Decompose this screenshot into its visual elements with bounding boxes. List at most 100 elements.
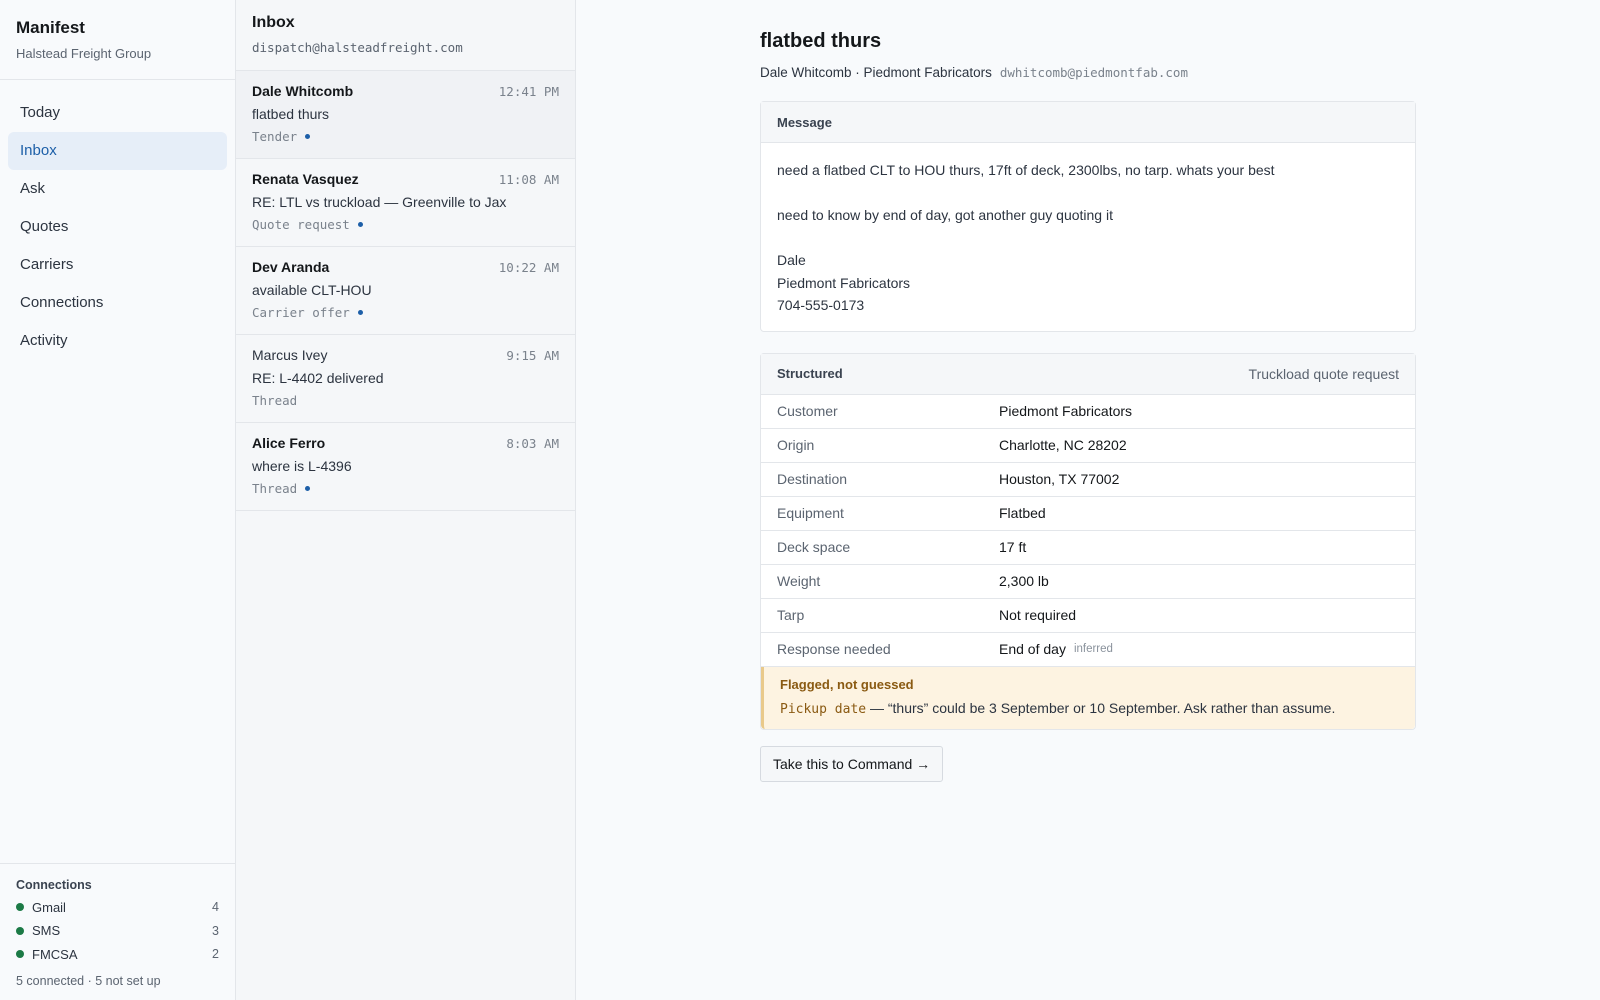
inferred-badge: inferred — [1073, 643, 1113, 655]
message-time: 11:08 AM — [498, 172, 559, 187]
structured-card-title: Structured — [777, 366, 843, 381]
message-tag: Thread — [252, 481, 298, 496]
field-label: Customer — [777, 403, 838, 419]
flag-field: Pickup date — [780, 701, 867, 717]
connection-name: FMCSA — [32, 946, 78, 962]
sidebar: Manifest Halstead Freight Group Today In… — [0, 0, 236, 1000]
nav-item-activity[interactable]: Activity — [8, 322, 227, 360]
field-value: Houston, TX 77002 — [999, 471, 1120, 487]
connection-sms[interactable]: SMS 3 — [16, 919, 219, 943]
field-value: 2,300 lb — [999, 573, 1049, 589]
field-label: Tarp — [777, 607, 805, 623]
brand-name: Manifest — [16, 18, 85, 37]
message-sender: Dev Aranda — [252, 259, 330, 275]
field-value: Charlotte, NC 28202 — [999, 437, 1127, 453]
message-item[interactable]: Alice Ferro 8:03 AM where is L-4396 Thre… — [236, 423, 575, 511]
unread-dot-icon — [305, 486, 311, 491]
message-tag: Carrier offer — [252, 305, 350, 320]
detail-from-name: Dale Whitcomb · Piedmont Fabricators — [760, 65, 992, 80]
connections-summary: 5 connected · 5 not set up — [16, 974, 161, 988]
nav-item-connections[interactable]: Connections — [8, 284, 227, 322]
field-label: Response needed — [777, 641, 891, 657]
unread-dot-icon — [305, 134, 311, 139]
message-item[interactable]: Dev Aranda 10:22 AM available CLT-HOU Ca… — [236, 247, 575, 335]
structured-card: Structured Truckload quote request Custo… — [760, 352, 1416, 730]
connection-count: 4 — [212, 900, 219, 915]
message-item[interactable]: Dale Whitcomb 12:41 PM flatbed thurs Ten… — [236, 71, 575, 159]
inbox-title: Inbox — [252, 14, 295, 31]
connections-title: Connections — [16, 877, 92, 892]
message-time: 8:03 AM — [506, 436, 559, 451]
message-sender: Alice Ferro — [252, 435, 326, 451]
flag-title: Flagged, not guessed — [780, 676, 914, 692]
message-detail: flatbed thurs Dale Whitcomb · Piedmont F… — [576, 0, 1600, 1000]
field-row-response-needed: Response needed End of day inferred — [761, 633, 1415, 667]
message-sender: Renata Vasquez — [252, 171, 359, 187]
take-to-command-button[interactable]: Take this to Command → — [760, 745, 944, 782]
message-subject: flatbed thurs — [252, 106, 330, 122]
signature-company: Piedmont Fabricators — [777, 274, 911, 291]
connection-count: 3 — [212, 923, 219, 938]
message-item[interactable]: Renata Vasquez 11:08 AM RE: LTL vs truck… — [236, 159, 575, 247]
field-label: Destination — [777, 471, 848, 487]
inbox-address: dispatch@halsteadfreight.com — [252, 40, 463, 55]
message-body-line: need a flatbed CLT to HOU thurs, 17ft of… — [777, 162, 1275, 178]
message-subject: where is L-4396 — [252, 458, 352, 474]
message-item[interactable]: Marcus Ivey 9:15 AM RE: L-4402 delivered… — [236, 335, 575, 423]
field-value: Flatbed — [999, 505, 1046, 521]
field-row-customer: Customer Piedmont Fabricators — [761, 395, 1415, 429]
detail-from: Dale Whitcomb · Piedmont Fabricators dwh… — [760, 65, 1416, 80]
detail-from-email[interactable]: dwhitcomb@piedmontfab.com — [1000, 65, 1188, 80]
message-sender: Marcus Ivey — [252, 347, 328, 363]
field-row-equipment: Equipment Flatbed — [761, 497, 1415, 531]
field-value: Piedmont Fabricators — [999, 403, 1133, 419]
message-body: need a flatbed CLT to HOU thurs, 17ft of… — [761, 143, 1415, 331]
field-label: Weight — [777, 573, 821, 589]
brand: Manifest Halstead Freight Group — [0, 0, 235, 80]
flag-notice: Flagged, not guessed Pickup date — “thur… — [761, 666, 1415, 729]
status-dot-icon — [16, 926, 24, 935]
flag-text: Pickup date — “thurs” could be 3 Septemb… — [780, 700, 1399, 717]
nav-item-ask[interactable]: Ask — [8, 170, 227, 208]
nav-item-today[interactable]: Today — [8, 94, 227, 132]
field-label: Origin — [777, 437, 815, 453]
detail-subject: flatbed thurs — [760, 30, 882, 52]
message-subject: RE: L-4402 delivered — [252, 370, 384, 386]
message-time: 10:22 AM — [498, 260, 559, 275]
message-tag: Thread — [252, 393, 298, 408]
message-time: 12:41 PM — [498, 84, 559, 99]
message-time: 9:15 AM — [506, 348, 559, 363]
field-row-origin: Origin Charlotte, NC 28202 — [761, 429, 1415, 463]
field-label: Equipment — [777, 505, 844, 521]
structured-card-header: Structured Truckload quote request — [761, 353, 1415, 395]
connection-gmail[interactable]: Gmail 4 — [16, 896, 219, 920]
message-sender: Dale Whitcomb — [252, 83, 354, 99]
message-card-header: Message — [761, 102, 1415, 143]
signature-phone: 704-555-0173 — [777, 297, 865, 313]
connection-fmcsa[interactable]: FMCSA 2 — [16, 943, 219, 967]
field-value: Not required — [999, 607, 1077, 623]
nav-item-quotes[interactable]: Quotes — [8, 208, 227, 246]
app: Manifest Halstead Freight Group Today In… — [0, 0, 1600, 1000]
signature-name: Dale — [777, 252, 806, 268]
message-card: Message need a flatbed CLT to HOU thurs,… — [760, 101, 1416, 332]
message-body-line: need to know by end of day, got another … — [777, 207, 1113, 223]
brand-org: Halstead Freight Group — [16, 46, 152, 61]
connection-count: 2 — [212, 947, 219, 962]
message-tag: Tender — [252, 129, 298, 144]
field-row-deck-space: Deck space 17 ft — [761, 531, 1415, 565]
message-subject: RE: LTL vs truckload — Greenville to Jax — [252, 194, 507, 210]
unread-dot-icon — [357, 310, 363, 315]
connection-name: SMS — [32, 923, 61, 939]
field-row-destination: Destination Houston, TX 77002 — [761, 463, 1415, 497]
field-value: 17 ft — [999, 539, 1027, 555]
inbox-list: Inbox dispatch@halsteadfreight.com Dale … — [236, 0, 576, 1000]
field-row-tarp: Tarp Not required — [761, 599, 1415, 633]
nav-item-carriers[interactable]: Carriers — [8, 246, 227, 284]
structured-type: Truckload quote request — [1248, 365, 1399, 382]
nav-item-inbox[interactable]: Inbox — [8, 132, 227, 170]
status-dot-icon — [16, 903, 24, 912]
field-value: End of day — [999, 641, 1066, 657]
message-card-title: Message — [777, 114, 832, 130]
message-tag: Quote request — [252, 217, 350, 232]
